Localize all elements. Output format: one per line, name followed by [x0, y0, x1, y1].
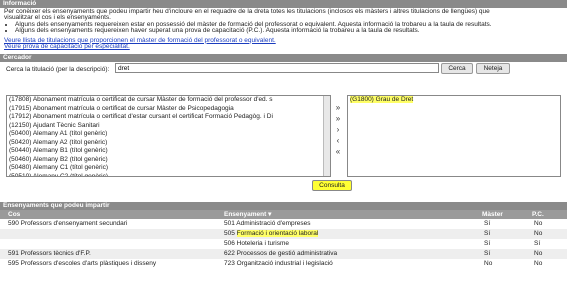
info-bullets: Alguns dels ensenyaments requereixen est… — [4, 21, 563, 35]
list-scrollbar[interactable] — [323, 96, 330, 176]
search-input[interactable] — [115, 63, 439, 74]
available-titles-list[interactable]: (17808) Abonament matrícula o certificat… — [6, 95, 331, 177]
row-ensenyament: 723 Organització industrial i legislació — [224, 260, 333, 267]
row-ensenyament: 501 Administració d'empreses — [224, 220, 311, 227]
table-row: 506 Hoteleria i turisme Sí Sí — [0, 239, 567, 249]
add-all-icon[interactable]: » — [332, 113, 344, 124]
selected-title[interactable]: (G1800) Grau de Dret — [350, 96, 414, 103]
row-ensenyament: 506 Hoteleria i turisme — [224, 240, 290, 247]
search-button[interactable]: Cerca — [441, 63, 473, 75]
title-option[interactable]: (50420) Alemany A2 (títol genèric) — [7, 139, 330, 148]
transfer-buttons: » » › ‹ « — [332, 102, 344, 157]
title-option[interactable]: (17808) Abonament matrícula o certificat… — [7, 96, 330, 105]
table-row: 505 Formació i orientació laboral Sí No — [0, 229, 567, 239]
clear-button[interactable]: Neteja — [476, 63, 510, 75]
col-ensenyament[interactable]: Ensenyament ▾ — [224, 210, 271, 219]
col-master: Màster — [482, 211, 503, 218]
row-cos: 591 Professors tècnics d'F.P. — [8, 250, 91, 257]
info-panel: Per conèixer els ensenyaments que podeu … — [0, 8, 567, 50]
title-option[interactable]: (50510) Alemany C2 (títol genèric) — [7, 173, 330, 177]
table-row: 595 Professors d'escoles d'arts plàstiqu… — [0, 259, 567, 269]
title-option[interactable]: (17915) Abonament matrícula o certificat… — [7, 105, 330, 114]
remove-one-icon[interactable]: ‹ — [332, 135, 344, 146]
title-option[interactable]: (12150) Ajudant Tècnic Sanitari — [7, 122, 330, 131]
row-ensenyament: 622 Processos de gestió administrativa — [224, 250, 338, 257]
title-option[interactable]: (50460) Alemany B2 (títol genèric) — [7, 156, 330, 165]
row-master: Sí — [484, 250, 491, 257]
row-pc: No — [534, 230, 543, 237]
row-pc: Sí — [534, 240, 541, 247]
title-option[interactable]: (50440) Alemany B1 (títol genèric) — [7, 147, 330, 156]
col-cos[interactable]: Cos — [8, 210, 20, 219]
row-master: Sí — [484, 240, 491, 247]
row-master: Sí — [484, 220, 491, 227]
row-pc: No — [534, 260, 543, 267]
table-row: 590 Professors d'ensenyament secundari 50… — [0, 219, 567, 229]
remove-all-icon[interactable]: « — [332, 146, 344, 157]
row-cos: 590 Professors d'ensenyament secundari — [8, 220, 128, 227]
info-links: Veure llista de titulacions que proporci… — [4, 37, 563, 51]
row-pc: No — [534, 250, 543, 257]
title-option[interactable]: (50400) Alemany A1 (títol genèric) — [7, 130, 330, 139]
consult-button[interactable]: Consulta — [312, 180, 352, 191]
search-row: Cerca la titulació (per la descripció): … — [0, 62, 567, 76]
results-heading: Ensenyaments que podeu impartir — [0, 202, 567, 210]
info-bullet: Alguns dels ensenyaments requereixen hav… — [15, 27, 563, 34]
row-master: No — [484, 260, 493, 267]
search-heading: Cercador — [0, 54, 567, 63]
search-label: Cerca la titulació (per la descripció): — [6, 66, 110, 74]
title-option[interactable]: (17912) Abonament matrícula o certificat… — [7, 113, 330, 122]
results-table-header: Cos Ensenyament ▾ Màster P.C. — [0, 210, 567, 219]
selected-titles-list[interactable]: (G1800) Grau de Dret — [347, 95, 561, 177]
row-master: Sí — [484, 230, 491, 237]
col-pc: P.C. — [532, 211, 544, 218]
row-ensenyament: 505 Formació i orientació laboral — [224, 230, 319, 237]
add-all-icon[interactable]: » — [332, 102, 344, 113]
row-pc: No — [534, 220, 543, 227]
info-heading: Informació — [0, 0, 567, 8]
title-option[interactable]: (50480) Alemany C1 (títol genèric) — [7, 164, 330, 173]
results-section: Ensenyaments que podeu impartir Cos Ense… — [0, 202, 567, 269]
table-row: 591 Professors tècnics d'F.P. 622 Process… — [0, 249, 567, 259]
row-cos: 595 Professors d'escoles d'arts plàstiqu… — [8, 260, 157, 267]
add-one-icon[interactable]: › — [332, 124, 344, 135]
